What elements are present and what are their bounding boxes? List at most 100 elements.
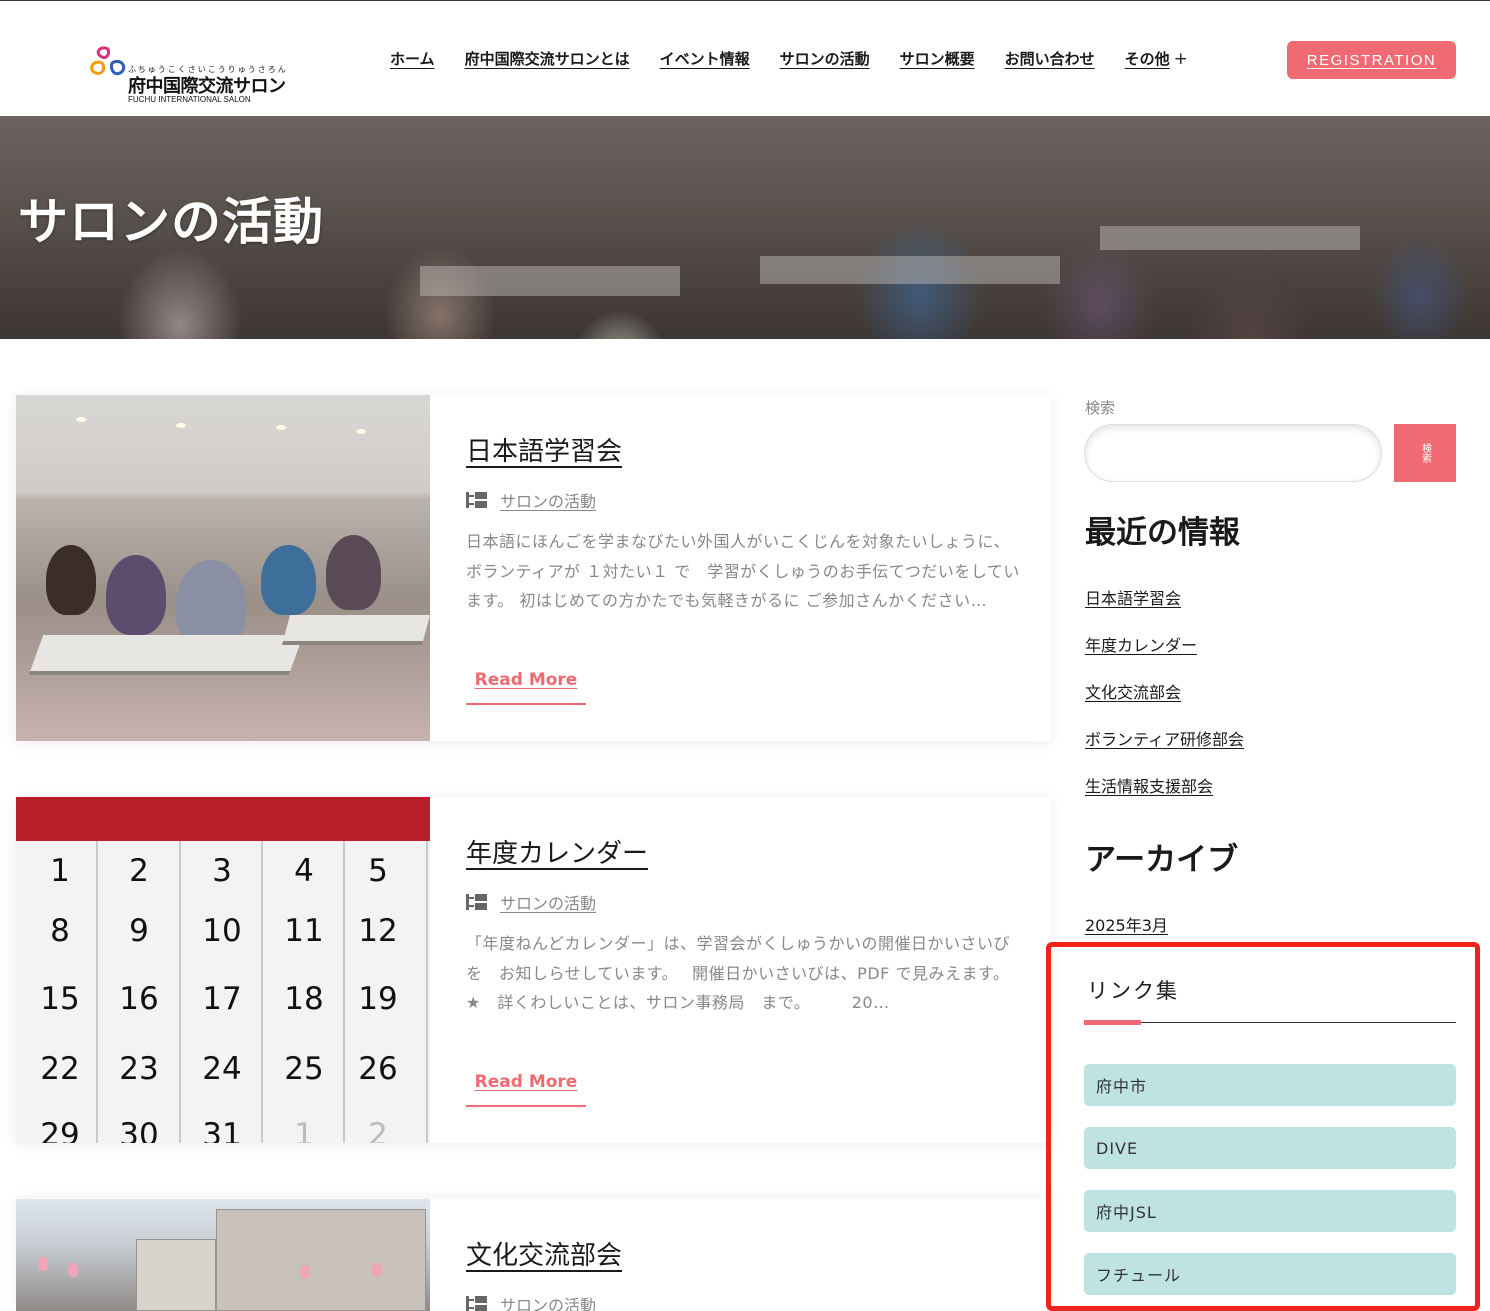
post-card: 1 2 3 4 5 8 9 10 11 12 15 16 17 18 19 22 23 24 25 26 29 30 31 1… (16, 797, 1051, 1143)
post-card: 文化交流部会 サロンの活動 (16, 1199, 1051, 1311)
calendar-day: 18 (284, 981, 324, 1017)
calendar-day: 10 (202, 913, 242, 949)
logo-subtitle: FUCHU INTERNATIONAL SALON (128, 95, 251, 104)
lantern-shape (38, 1257, 48, 1271)
post-thumbnail[interactable]: 1 2 3 4 5 8 9 10 11 12 15 16 17 18 19 22 23 24 25 26 29 30 31 1… (16, 797, 430, 1143)
calendar-day: 3 (212, 853, 232, 889)
links-divider-accent (1084, 1020, 1141, 1025)
post-title[interactable]: 文化交流部会 (466, 1235, 622, 1272)
read-more-link[interactable]: Read More (466, 1071, 586, 1107)
ceiling-light (276, 425, 286, 430)
category-link[interactable]: サロンの活動 (500, 488, 596, 512)
nav-events[interactable]: イベント情報 (660, 48, 750, 69)
link-fuchu-city[interactable]: 府中市 (1084, 1064, 1456, 1106)
classroom-photo (16, 395, 430, 741)
registration-button[interactable]: REGISTRATION (1287, 41, 1456, 79)
building-shape (216, 1209, 426, 1311)
calendar-divider (96, 841, 98, 1143)
building-shape (136, 1239, 216, 1311)
hero-banner: サロンの活動 (0, 116, 1490, 339)
hero-desk-shape (1100, 226, 1360, 250)
hero-desk-shape (420, 266, 680, 296)
post-title[interactable]: 年度カレンダー (466, 833, 648, 870)
post-title[interactable]: 日本語学習会 (466, 431, 622, 468)
calendar-day: 2 (129, 853, 149, 889)
calendar-day: 12 (358, 913, 398, 949)
calendar-day: 31 (202, 1117, 242, 1143)
person-shape (326, 535, 381, 610)
calendar-divider (179, 841, 181, 1143)
calendar-grid: 1 2 3 4 5 8 9 10 11 12 15 16 17 18 19 22 23 24 25 26 29 30 31 1… (16, 841, 430, 1143)
post-category: サロンの活動 (466, 890, 596, 914)
hero-desk-shape (760, 256, 1060, 284)
nav-about[interactable]: 府中国際交流サロンとは (465, 48, 630, 69)
recent-post-link[interactable]: 生活情報支援部会 (1085, 773, 1213, 797)
recent-post-link[interactable]: 年度カレンダー (1085, 632, 1197, 656)
site-logo[interactable]: ふちゅうこくさいこうりゅうさろん 府中国際交流サロン FUCHU INTERNA… (86, 41, 296, 107)
lantern-shape (68, 1263, 78, 1277)
calendar-day: 24 (202, 1051, 242, 1087)
site-header: ふちゅうこくさいこうりゅうさろん 府中国際交流サロン FUCHU INTERNA… (0, 0, 1490, 116)
nav-home[interactable]: ホーム (390, 48, 435, 69)
calendar-day: 9 (129, 913, 149, 949)
ceiling-light (176, 423, 186, 428)
calendar-day: 4 (294, 853, 314, 889)
calendar-day: 19 (358, 981, 398, 1017)
recent-post-link[interactable]: 文化交流部会 (1085, 679, 1181, 703)
plus-icon: + (1173, 49, 1188, 69)
calendar-day: 5 (368, 853, 388, 889)
calendar-day: 1 (294, 1117, 314, 1143)
calendar-day: 8 (50, 913, 70, 949)
page-title: サロンの活動 (18, 193, 324, 251)
person-shape (261, 545, 316, 615)
person-shape (106, 555, 166, 635)
nav-more-label: その他 (1124, 50, 1170, 68)
post-thumbnail[interactable] (16, 395, 430, 741)
calendar-day: 17 (202, 981, 242, 1017)
calendar-image: 1 2 3 4 5 8 9 10 11 12 15 16 17 18 19 22 23 24 25 26 29 30 31 1… (16, 797, 430, 1143)
street-photo (16, 1199, 430, 1311)
salon-logo-icon (90, 46, 126, 76)
read-more-link[interactable]: Read More (466, 669, 586, 705)
calendar-day: 29 (40, 1117, 80, 1143)
search-label: 検索 (1085, 399, 1116, 417)
nav-more[interactable]: その他 + (1125, 48, 1188, 69)
desk-shape (281, 615, 430, 645)
link-fuchuru[interactable]: フチュール (1084, 1253, 1456, 1295)
ceiling-light (356, 429, 366, 434)
post-card: 日本語学習会 サロンの活動 日本語にほんごを学まなびたい外国人がいこくじんを対象… (16, 395, 1051, 741)
calendar-day: 11 (284, 913, 324, 949)
main-nav: ホーム 府中国際交流サロンとは イベント情報 サロンの活動 サロン概要 お問い合… (390, 48, 1188, 69)
calendar-day: 26 (358, 1051, 398, 1087)
calendar-day: 2 (368, 1117, 388, 1143)
category-folder-icon (466, 1296, 487, 1311)
search-button[interactable]: 検索 (1394, 424, 1456, 482)
calendar-day: 25 (284, 1051, 324, 1087)
calendar-divider (261, 841, 263, 1143)
post-thumbnail[interactable] (16, 1199, 430, 1311)
calendar-day: 16 (119, 981, 159, 1017)
lantern-shape (372, 1263, 382, 1277)
archive-link[interactable]: 2025年3月 (1085, 912, 1168, 936)
link-fuchu-jsl[interactable]: 府中JSL (1084, 1190, 1456, 1232)
category-link[interactable]: サロンの活動 (500, 890, 596, 914)
recent-posts-title: 最近の情報 (1085, 515, 1240, 551)
nav-overview[interactable]: サロン概要 (900, 48, 975, 69)
post-category: サロンの活動 (466, 488, 596, 512)
desk-shape (28, 635, 304, 675)
recent-post-link[interactable]: ボランティア研修部会 (1085, 726, 1244, 750)
post-excerpt: 日本語にほんごを学まなびたい外国人がいこくじんを対象たいしょうに、ボランティアが… (466, 532, 1020, 610)
category-link[interactable]: サロンの活動 (500, 1292, 596, 1311)
calendar-day: 23 (119, 1051, 159, 1087)
archive-title: アーカイブ (1085, 842, 1239, 878)
search-input[interactable] (1084, 424, 1382, 482)
calendar-divider (343, 841, 345, 1143)
category-folder-icon (466, 894, 487, 910)
calendar-day: 1 (50, 853, 70, 889)
search-button-label: 検索 (1419, 443, 1431, 463)
link-dive[interactable]: DIVE (1084, 1127, 1456, 1169)
recent-post-link[interactable]: 日本語学習会 (1085, 585, 1181, 609)
nav-contact[interactable]: お問い合わせ (1005, 48, 1095, 69)
calendar-day: 15 (40, 981, 80, 1017)
nav-activities[interactable]: サロンの活動 (780, 48, 870, 69)
